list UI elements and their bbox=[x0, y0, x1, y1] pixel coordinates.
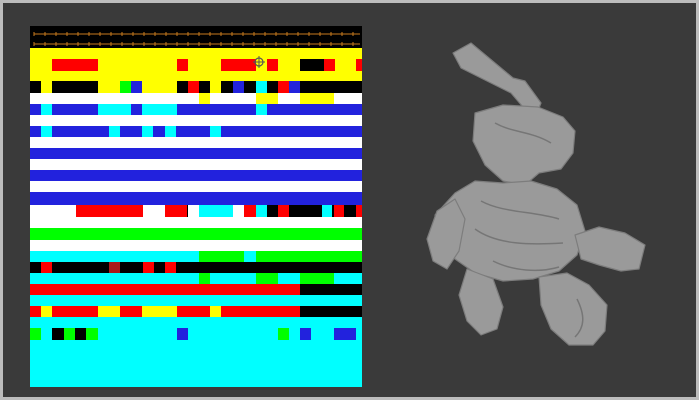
key-blue[interactable] bbox=[233, 81, 244, 93]
track-white[interactable] bbox=[30, 217, 362, 228]
key-green[interactable] bbox=[86, 328, 98, 340]
key-yellow[interactable] bbox=[199, 93, 210, 104]
key-yellow[interactable] bbox=[98, 306, 120, 317]
key-cyan[interactable] bbox=[142, 126, 153, 137]
key-red[interactable] bbox=[356, 59, 362, 71]
track-green-1[interactable] bbox=[30, 228, 362, 240]
key-green[interactable] bbox=[64, 328, 75, 340]
key-red[interactable] bbox=[165, 205, 187, 217]
track-black-1[interactable] bbox=[30, 262, 362, 273]
key-green[interactable] bbox=[120, 81, 131, 93]
key-blue[interactable] bbox=[177, 328, 188, 340]
key-darkred[interactable] bbox=[109, 262, 120, 273]
key-red[interactable] bbox=[52, 59, 98, 71]
3d-character-model-icon[interactable] bbox=[363, 23, 693, 388]
key-cyan[interactable] bbox=[109, 126, 120, 137]
key-black[interactable] bbox=[75, 328, 86, 340]
key-yellow[interactable] bbox=[41, 306, 52, 317]
key-red[interactable] bbox=[356, 205, 362, 217]
key-white[interactable] bbox=[188, 205, 199, 217]
key-cyan[interactable] bbox=[322, 205, 332, 217]
app-window bbox=[0, 0, 699, 400]
track-white[interactable] bbox=[30, 240, 362, 251]
key-cyan[interactable] bbox=[41, 126, 52, 137]
key-red[interactable] bbox=[143, 262, 154, 273]
key-red[interactable] bbox=[267, 59, 278, 71]
key-black[interactable] bbox=[300, 284, 362, 295]
key-yellow[interactable] bbox=[98, 81, 120, 93]
key-blue[interactable] bbox=[300, 328, 311, 340]
key-red[interactable] bbox=[41, 262, 52, 273]
key-yellow[interactable] bbox=[142, 81, 177, 93]
key-yellow[interactable] bbox=[256, 93, 278, 104]
track-blue-4[interactable] bbox=[30, 170, 362, 181]
key-red[interactable] bbox=[165, 262, 176, 273]
key-cyan[interactable] bbox=[256, 104, 267, 115]
key-red[interactable] bbox=[334, 205, 344, 217]
key-red[interactable] bbox=[278, 81, 289, 93]
key-red[interactable] bbox=[76, 205, 143, 217]
key-red[interactable] bbox=[221, 59, 256, 71]
key-black[interactable] bbox=[300, 59, 324, 71]
key-black[interactable] bbox=[52, 328, 64, 340]
track-white[interactable] bbox=[30, 181, 362, 192]
key-green[interactable] bbox=[199, 251, 244, 262]
track-white[interactable] bbox=[30, 137, 362, 148]
track-blue-3[interactable] bbox=[30, 148, 362, 159]
key-cyan[interactable] bbox=[142, 104, 177, 115]
key-green[interactable] bbox=[256, 273, 278, 284]
key-white[interactable] bbox=[233, 205, 244, 217]
timeline-tracks[interactable] bbox=[30, 26, 362, 387]
key-white[interactable] bbox=[143, 205, 165, 217]
key-cyan[interactable] bbox=[165, 126, 176, 137]
key-red[interactable] bbox=[244, 205, 256, 217]
track-blue-1[interactable] bbox=[30, 104, 362, 115]
key-yellow[interactable] bbox=[210, 81, 221, 93]
timeline-ruler[interactable] bbox=[30, 26, 362, 48]
key-black[interactable] bbox=[300, 306, 362, 317]
key-blue[interactable] bbox=[289, 81, 300, 93]
3d-viewport[interactable] bbox=[363, 23, 693, 388]
key-cyan[interactable] bbox=[98, 104, 131, 115]
key-green[interactable] bbox=[30, 328, 41, 340]
key-cyan[interactable] bbox=[199, 205, 233, 217]
key-yellow[interactable] bbox=[41, 81, 52, 93]
track-white[interactable] bbox=[30, 159, 362, 170]
key-red[interactable] bbox=[324, 59, 335, 71]
key-blue[interactable] bbox=[131, 81, 142, 93]
key-red[interactable] bbox=[278, 205, 289, 217]
key-cyan[interactable] bbox=[41, 104, 52, 115]
key-green[interactable] bbox=[300, 273, 334, 284]
track-blue-2[interactable] bbox=[30, 126, 362, 137]
track-cyan-3[interactable] bbox=[30, 295, 362, 306]
key-green[interactable] bbox=[199, 273, 210, 284]
key-white[interactable] bbox=[30, 205, 76, 217]
key-yellow[interactable] bbox=[142, 306, 177, 317]
key-cyan[interactable] bbox=[210, 126, 221, 137]
key-red[interactable] bbox=[188, 81, 199, 93]
track-white[interactable] bbox=[30, 115, 362, 126]
key-green[interactable] bbox=[256, 251, 362, 262]
key-yellow[interactable] bbox=[300, 93, 334, 104]
key-blue[interactable] bbox=[334, 328, 356, 340]
key-yellow[interactable] bbox=[210, 306, 221, 317]
key-red[interactable] bbox=[177, 59, 188, 71]
track-cyan-4[interactable] bbox=[30, 317, 362, 328]
key-cyan[interactable] bbox=[256, 205, 267, 217]
track-cyan-6[interactable] bbox=[30, 340, 362, 387]
key-green[interactable] bbox=[278, 328, 289, 340]
animation-timeline-panel[interactable] bbox=[30, 26, 362, 387]
key-cyan[interactable] bbox=[256, 81, 267, 93]
track-blue-5[interactable] bbox=[30, 192, 362, 205]
